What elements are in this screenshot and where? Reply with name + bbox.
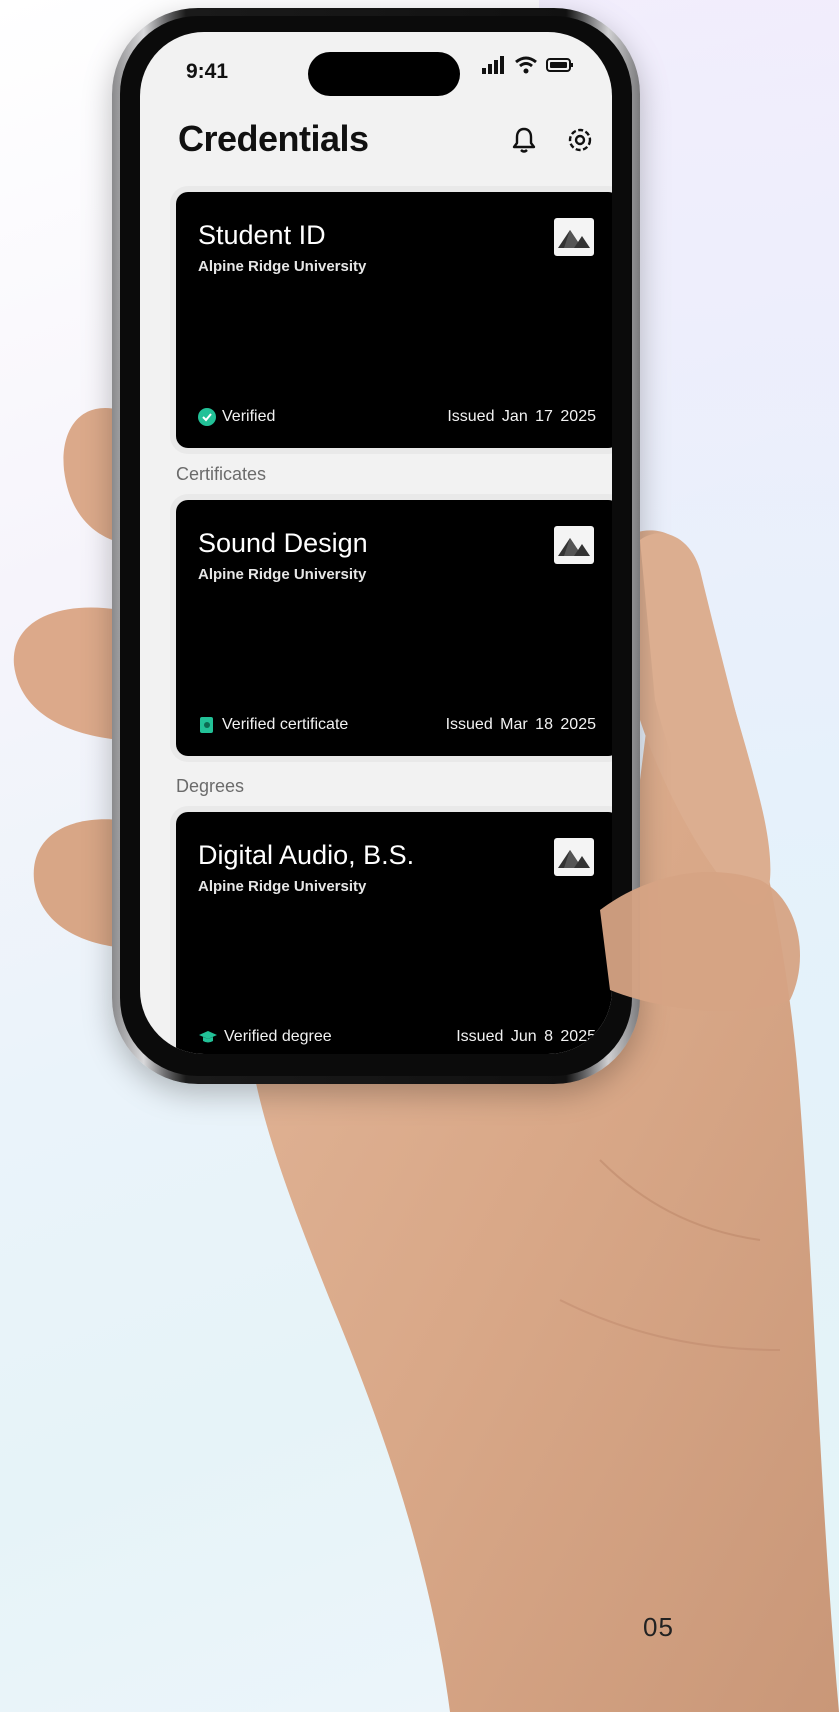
card-title: Sound Design — [198, 528, 368, 558]
signal-icon — [482, 56, 504, 74]
badge-label: Verified — [222, 408, 276, 425]
status-icons — [482, 56, 574, 74]
section-label-degrees: Degrees — [176, 776, 245, 796]
phone-bezel: 9:41 Credentials Student ID Alpine Ridge… — [120, 16, 632, 1076]
verified-badge: Verified — [198, 408, 275, 426]
mountain-logo-icon — [554, 526, 594, 564]
mountain-logo-icon — [554, 218, 594, 256]
card-issuer: Alpine Ridge University — [198, 566, 367, 583]
graduation-cap-icon — [199, 1031, 217, 1043]
page-title: Credentials — [178, 118, 369, 159]
issued-date: Issued Jun 8 2025 — [456, 1028, 596, 1045]
gear-icon[interactable] — [564, 124, 596, 156]
status-time: 9:41 — [186, 60, 229, 83]
credential-card-student-id[interactable]: Student ID Alpine Ridge University Verif… — [176, 192, 612, 448]
bell-icon[interactable] — [508, 124, 540, 156]
credential-card-sound-design[interactable]: Sound Design Alpine Ridge University Ver… — [176, 500, 612, 756]
section-label-certificates: Certificates — [176, 464, 267, 484]
verified-certificate-badge: Verified certificate — [198, 716, 348, 734]
badge-label: Verified certificate — [222, 716, 349, 733]
page-number: 05 — [643, 1612, 674, 1642]
card-title: Student ID — [198, 220, 326, 250]
verified-degree-badge: Verified degree — [198, 1028, 332, 1046]
certificate-icon — [200, 717, 213, 733]
card-issuer: Alpine Ridge University — [198, 258, 367, 275]
battery-icon — [546, 58, 573, 72]
dynamic-island — [308, 52, 460, 96]
wifi-icon — [515, 56, 537, 74]
card-title: Digital Audio, B.S. — [198, 840, 415, 870]
mountain-logo-icon — [554, 838, 594, 876]
credential-card-digital-audio[interactable]: Digital Audio, B.S. Alpine Ridge Univers… — [176, 812, 612, 1054]
check-circle-icon — [198, 408, 216, 426]
badge-label: Verified degree — [224, 1028, 332, 1045]
phone-frame: 9:41 Credentials Student ID Alpine Ridge… — [112, 8, 640, 1084]
issued-date: Issued Mar 18 2025 — [445, 716, 596, 733]
phone-screen: 9:41 Credentials Student ID Alpine Ridge… — [140, 32, 612, 1054]
issued-date: Issued Jan 17 2025 — [447, 408, 596, 425]
card-issuer: Alpine Ridge University — [198, 878, 367, 895]
